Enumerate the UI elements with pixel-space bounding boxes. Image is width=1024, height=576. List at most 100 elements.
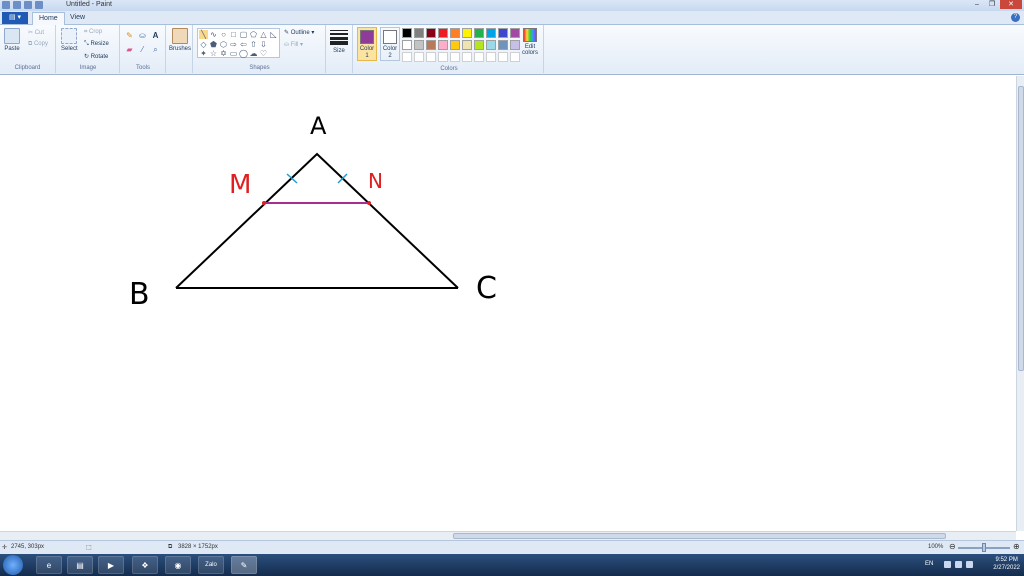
palette-swatch[interactable] bbox=[486, 28, 496, 38]
text-tool-icon[interactable]: A bbox=[151, 31, 160, 40]
vertical-scrollbar[interactable] bbox=[1016, 76, 1024, 531]
custom-color-slot[interactable] bbox=[438, 52, 448, 62]
outline-dropdown[interactable]: ✎ Outline ▾ bbox=[284, 29, 314, 36]
five-point-star-shape-icon[interactable]: ☆ bbox=[209, 49, 218, 58]
network-icon[interactable] bbox=[955, 561, 962, 568]
palette-swatch[interactable] bbox=[462, 28, 472, 38]
size-button[interactable]: Size bbox=[330, 28, 348, 54]
right-arrow-shape-icon[interactable]: ⇨ bbox=[229, 40, 238, 49]
select-button[interactable]: Select bbox=[61, 28, 78, 52]
edit-colors-button[interactable]: Edit colors bbox=[519, 28, 541, 56]
paint-app-icon[interactable] bbox=[2, 1, 10, 9]
vertical-scroll-thumb[interactable] bbox=[1018, 86, 1024, 371]
diamond-shape-icon[interactable]: ◇ bbox=[199, 40, 208, 49]
eraser-icon[interactable]: ▰ bbox=[125, 45, 134, 54]
callout-shape-icon[interactable]: ▭ bbox=[229, 49, 238, 58]
tab-home[interactable]: Home bbox=[32, 12, 65, 25]
magnifier-icon[interactable]: ⌕ bbox=[151, 45, 160, 54]
pencil-icon[interactable]: ✎ bbox=[125, 31, 134, 40]
rotate-button[interactable]: ↻ Rotate bbox=[84, 53, 108, 60]
color1-button[interactable]: Color 1 bbox=[357, 27, 377, 61]
undo-icon[interactable] bbox=[24, 1, 32, 9]
crop-button[interactable]: ⌗ Crop bbox=[84, 29, 102, 36]
drawing-canvas[interactable]: A B C M N bbox=[0, 76, 1016, 531]
custom-color-slot[interactable] bbox=[402, 52, 412, 62]
heart-shape-icon[interactable]: ♡ bbox=[259, 49, 268, 58]
media-player-icon[interactable]: ▶ bbox=[98, 556, 124, 574]
file-menu-button[interactable]: ▤ ▾ bbox=[2, 12, 28, 24]
zoom-in-button[interactable]: ⊕ bbox=[1013, 542, 1020, 551]
curve-shape-icon[interactable]: ∿ bbox=[209, 30, 218, 39]
zoom-out-button[interactable]: ⊖ bbox=[949, 542, 956, 551]
palette-swatch[interactable] bbox=[402, 28, 412, 38]
cloud-callout-shape-icon[interactable]: ☁ bbox=[249, 49, 258, 58]
app-icon[interactable]: ❖ bbox=[132, 556, 158, 574]
hexagon-shape-icon[interactable]: ⬡ bbox=[219, 40, 228, 49]
palette-swatch[interactable] bbox=[498, 28, 508, 38]
fill-bucket-icon[interactable]: ⛀ bbox=[138, 31, 147, 40]
oval-shape-icon[interactable]: ○ bbox=[219, 30, 228, 39]
language-indicator[interactable]: EN bbox=[925, 561, 933, 567]
palette-swatch[interactable] bbox=[450, 28, 460, 38]
palette-swatch[interactable] bbox=[450, 40, 460, 50]
file-explorer-icon[interactable]: ▤ bbox=[67, 556, 93, 574]
polygon-shape-icon[interactable]: ⬠ bbox=[249, 30, 258, 39]
down-arrow-shape-icon[interactable]: ⇩ bbox=[259, 40, 268, 49]
right-triangle-shape-icon[interactable]: ◺ bbox=[269, 30, 278, 39]
paint-taskbar-icon[interactable]: ✎ bbox=[231, 556, 257, 574]
cut-button[interactable]: ✂ Cut bbox=[28, 29, 44, 36]
color-picker-icon[interactable]: ⁄ bbox=[138, 45, 147, 54]
system-clock[interactable]: 9:52 PM 2/27/2022 bbox=[993, 556, 1020, 572]
custom-color-slot[interactable] bbox=[450, 52, 460, 62]
zalo-icon[interactable]: Zalo bbox=[198, 556, 224, 574]
horizontal-scroll-thumb[interactable] bbox=[453, 533, 946, 539]
shapes-gallery[interactable]: ╲ ∿ ○ □ ▢ ⬠ △ ◺ ◇ ⬟ ⬡ ⇨ ⇦ ⇧ ⇩ ✦ ☆ ✡ ▭ ◯ … bbox=[197, 28, 280, 58]
custom-color-slot[interactable] bbox=[414, 52, 424, 62]
show-hidden-icons[interactable] bbox=[944, 561, 951, 568]
triangle-shape-icon[interactable]: △ bbox=[259, 30, 268, 39]
oval-callout-shape-icon[interactable]: ◯ bbox=[239, 49, 248, 58]
minimize-button[interactable]: – bbox=[970, 0, 984, 9]
four-point-star-shape-icon[interactable]: ✦ bbox=[199, 49, 208, 58]
tab-view[interactable]: View bbox=[64, 12, 91, 25]
left-arrow-shape-icon[interactable]: ⇦ bbox=[239, 40, 248, 49]
resize-button[interactable]: ⤡ Resize bbox=[84, 41, 109, 48]
palette-swatch[interactable] bbox=[438, 28, 448, 38]
copy-button[interactable]: ⧉ Copy bbox=[28, 41, 48, 48]
redo-icon[interactable] bbox=[35, 1, 43, 9]
volume-icon[interactable] bbox=[966, 561, 973, 568]
six-point-star-shape-icon[interactable]: ✡ bbox=[219, 49, 228, 58]
save-icon[interactable] bbox=[13, 1, 21, 9]
zoom-slider-knob[interactable] bbox=[982, 543, 986, 552]
internet-explorer-icon[interactable]: e bbox=[36, 556, 62, 574]
chrome-icon[interactable]: ◉ bbox=[165, 556, 191, 574]
palette-swatch[interactable] bbox=[474, 40, 484, 50]
custom-color-slot[interactable] bbox=[462, 52, 472, 62]
palette-swatch[interactable] bbox=[474, 28, 484, 38]
start-button[interactable] bbox=[3, 555, 23, 575]
pentagon-shape-icon[interactable]: ⬟ bbox=[209, 40, 218, 49]
maximize-button[interactable]: ❐ bbox=[985, 0, 999, 9]
paste-button[interactable]: Paste bbox=[4, 28, 20, 52]
palette-swatch[interactable] bbox=[402, 40, 412, 50]
up-arrow-shape-icon[interactable]: ⇧ bbox=[249, 40, 258, 49]
palette-swatch[interactable] bbox=[486, 40, 496, 50]
line-shape-icon[interactable]: ╲ bbox=[199, 30, 208, 39]
rectangle-shape-icon[interactable]: □ bbox=[229, 30, 238, 39]
fill-dropdown[interactable]: ⛀ Fill ▾ bbox=[284, 41, 303, 48]
palette-swatch[interactable] bbox=[426, 28, 436, 38]
palette-swatch[interactable] bbox=[498, 40, 508, 50]
rounded-rectangle-shape-icon[interactable]: ▢ bbox=[239, 30, 248, 39]
palette-swatch[interactable] bbox=[438, 40, 448, 50]
palette-swatch[interactable] bbox=[426, 40, 436, 50]
palette-swatch[interactable] bbox=[414, 28, 424, 38]
custom-color-slot[interactable] bbox=[426, 52, 436, 62]
palette-swatch[interactable] bbox=[462, 40, 472, 50]
close-button[interactable]: ✕ bbox=[1000, 0, 1022, 9]
horizontal-scrollbar[interactable] bbox=[0, 531, 1016, 540]
custom-color-slot[interactable] bbox=[474, 52, 484, 62]
help-icon[interactable]: ? bbox=[1011, 13, 1020, 22]
brushes-button[interactable]: Brushes bbox=[169, 28, 191, 52]
custom-color-slot[interactable] bbox=[486, 52, 496, 62]
color2-button[interactable]: Color 2 bbox=[380, 27, 400, 61]
